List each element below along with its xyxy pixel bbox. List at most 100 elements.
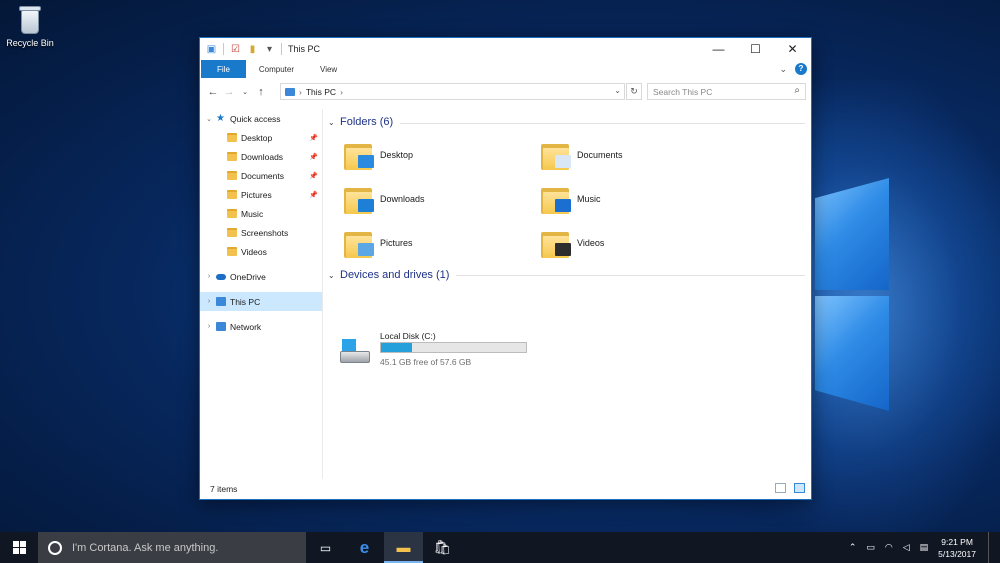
sidebar-item-documents[interactable]: Documents 📌 xyxy=(200,166,322,185)
sidebar-item-label: This PC xyxy=(230,296,261,307)
file-explorer-window: ▣ ☑ ▮ ▾ This PC — ☐ ✕ File Computer View… xyxy=(199,37,812,500)
edge-icon: e xyxy=(359,537,370,557)
volume-icon[interactable]: ◁ xyxy=(903,542,910,553)
chevron-right-icon[interactable]: › xyxy=(204,323,214,330)
folders-group-header[interactable]: ⌄ Folders (6) xyxy=(328,116,393,128)
folder-tile-pictures[interactable]: Pictures xyxy=(326,223,516,263)
action-center-icon[interactable]: ▤ xyxy=(920,542,929,553)
pin-icon[interactable]: 📌 xyxy=(309,134,318,142)
this-pc-icon xyxy=(216,297,226,306)
details-view-icon[interactable] xyxy=(775,483,786,493)
clock-date: 5/13/2017 xyxy=(938,548,976,559)
sidebar-item-label: Screenshots xyxy=(241,227,289,238)
sidebar-item-quick-access[interactable]: ⌄ ★ Quick access xyxy=(200,109,322,128)
folder-tile-desktop[interactable]: Desktop xyxy=(326,135,516,175)
pin-icon[interactable]: 📌 xyxy=(309,172,318,180)
title-bar[interactable]: ▣ ☑ ▮ ▾ This PC — ☐ ✕ xyxy=(200,38,811,60)
chevron-down-icon[interactable]: ⌄ xyxy=(328,271,340,280)
sidebar-item-music[interactable]: Music xyxy=(200,204,322,223)
help-icon[interactable]: ? xyxy=(795,63,807,75)
folder-icon xyxy=(227,152,237,161)
breadcrumb-this-pc[interactable]: This PC xyxy=(306,87,336,97)
chevron-right-icon[interactable]: › xyxy=(204,298,214,305)
up-arrow-icon[interactable]: ↑ xyxy=(253,86,269,98)
store-button[interactable]: 🛍 xyxy=(423,532,462,563)
devices-group-header[interactable]: ⌄ Devices and drives (1) xyxy=(328,269,449,281)
recycle-bin-label: Recycle Bin xyxy=(6,38,54,48)
sidebar-item-this-pc[interactable]: › This PC xyxy=(200,292,322,311)
search-input[interactable]: Search This PC ⌕ xyxy=(647,83,806,100)
tab-computer[interactable]: Computer xyxy=(246,60,307,78)
divider xyxy=(456,275,805,276)
show-hidden-icons-icon[interactable]: ⌃ xyxy=(849,542,857,553)
tab-file[interactable]: File xyxy=(201,60,246,78)
back-arrow-icon[interactable]: ← xyxy=(205,86,221,98)
task-view-button[interactable]: ▭ xyxy=(306,532,345,563)
divider xyxy=(223,43,224,55)
star-icon: ★ xyxy=(216,113,225,124)
maximize-button[interactable]: ☐ xyxy=(737,38,774,60)
network-icon xyxy=(216,322,226,331)
refresh-button[interactable]: ↻ xyxy=(626,83,642,100)
chevron-down-icon[interactable]: ⌄ xyxy=(204,115,214,123)
show-desktop-button[interactable] xyxy=(988,532,992,563)
tab-view[interactable]: View xyxy=(307,60,350,78)
sidebar-item-network[interactable]: › Network xyxy=(200,317,322,336)
sidebar-item-onedrive[interactable]: › OneDrive xyxy=(200,267,322,286)
folder-label: Pictures xyxy=(380,238,413,248)
window-title: This PC xyxy=(288,44,321,54)
hard-drive-icon xyxy=(340,339,372,363)
chevron-right-icon[interactable]: › xyxy=(204,273,214,280)
sidebar-item-videos[interactable]: Videos xyxy=(200,242,322,261)
folder-tile-music[interactable]: Music xyxy=(523,179,713,219)
clock-time: 9:21 PM xyxy=(941,536,973,547)
expand-ribbon-icon[interactable]: ⌄ xyxy=(779,64,787,75)
folder-icon xyxy=(227,171,237,180)
new-folder-icon[interactable]: ▮ xyxy=(247,44,258,55)
close-button[interactable]: ✕ xyxy=(774,38,811,60)
sidebar-item-screenshots[interactable]: Screenshots xyxy=(200,223,322,242)
folder-tile-documents[interactable]: Documents xyxy=(523,135,713,175)
ribbon-tabs: File Computer View ⌄ ? xyxy=(200,60,811,78)
sidebar-item-downloads[interactable]: Downloads 📌 xyxy=(200,147,322,166)
folder-icon xyxy=(227,190,237,199)
recent-locations-icon[interactable]: ⌄ xyxy=(237,88,253,96)
folder-label: Downloads xyxy=(380,194,425,204)
minimize-button[interactable]: — xyxy=(700,38,737,60)
sidebar-item-desktop[interactable]: Desktop 📌 xyxy=(200,128,322,147)
battery-icon[interactable]: ▭ xyxy=(866,542,875,553)
drive-usage-bar xyxy=(380,342,527,353)
sidebar-item-label: Documents xyxy=(241,170,284,181)
status-bar: 7 items xyxy=(200,479,811,499)
sidebar-item-label: Desktop xyxy=(241,132,273,143)
drive-tile-c[interactable]: Local Disk (C:) 45.1 GB free of 57.6 GB xyxy=(340,331,540,371)
large-icons-view-icon[interactable] xyxy=(794,483,805,493)
pin-icon[interactable]: 📌 xyxy=(309,191,318,199)
folder-icon xyxy=(227,133,237,142)
properties-icon[interactable]: ☑ xyxy=(230,44,241,55)
sidebar-item-label: Quick access xyxy=(230,113,281,124)
clock[interactable]: 9:21 PM 5/13/2017 xyxy=(938,536,976,560)
sidebar-item-pictures[interactable]: Pictures 📌 xyxy=(200,185,322,204)
taskbar: I'm Cortana. Ask me anything. ▭ e ▬ 🛍 ⌃ … xyxy=(0,532,1000,563)
chevron-down-icon[interactable]: ⌄ xyxy=(328,118,340,127)
start-button[interactable] xyxy=(0,532,38,563)
forward-arrow-icon[interactable]: → xyxy=(221,86,237,98)
address-bar[interactable]: › This PC › ⌄ xyxy=(280,83,625,100)
breadcrumb-separator-icon[interactable]: › xyxy=(340,87,343,97)
recycle-bin[interactable]: Recycle Bin xyxy=(4,4,56,48)
edge-button[interactable]: e xyxy=(345,532,384,563)
folder-tile-videos[interactable]: Videos xyxy=(523,223,713,263)
file-explorer-button[interactable]: ▬ xyxy=(384,532,423,563)
quick-access-toolbar: ▣ ☑ ▮ ▾ xyxy=(200,38,282,60)
pin-icon[interactable]: 📌 xyxy=(309,153,318,161)
sidebar-item-label: Downloads xyxy=(241,151,284,162)
divider xyxy=(281,43,282,55)
customize-arrow-icon[interactable]: ▾ xyxy=(264,44,275,55)
wifi-icon[interactable]: ◠ xyxy=(885,542,893,553)
cortana-search-box[interactable]: I'm Cortana. Ask me anything. xyxy=(38,532,306,563)
sidebar-item-label: OneDrive xyxy=(230,271,266,282)
search-placeholder: Search This PC xyxy=(653,86,713,97)
folder-tile-downloads[interactable]: Downloads xyxy=(326,179,516,219)
address-dropdown-icon[interactable]: ⌄ xyxy=(614,86,621,95)
